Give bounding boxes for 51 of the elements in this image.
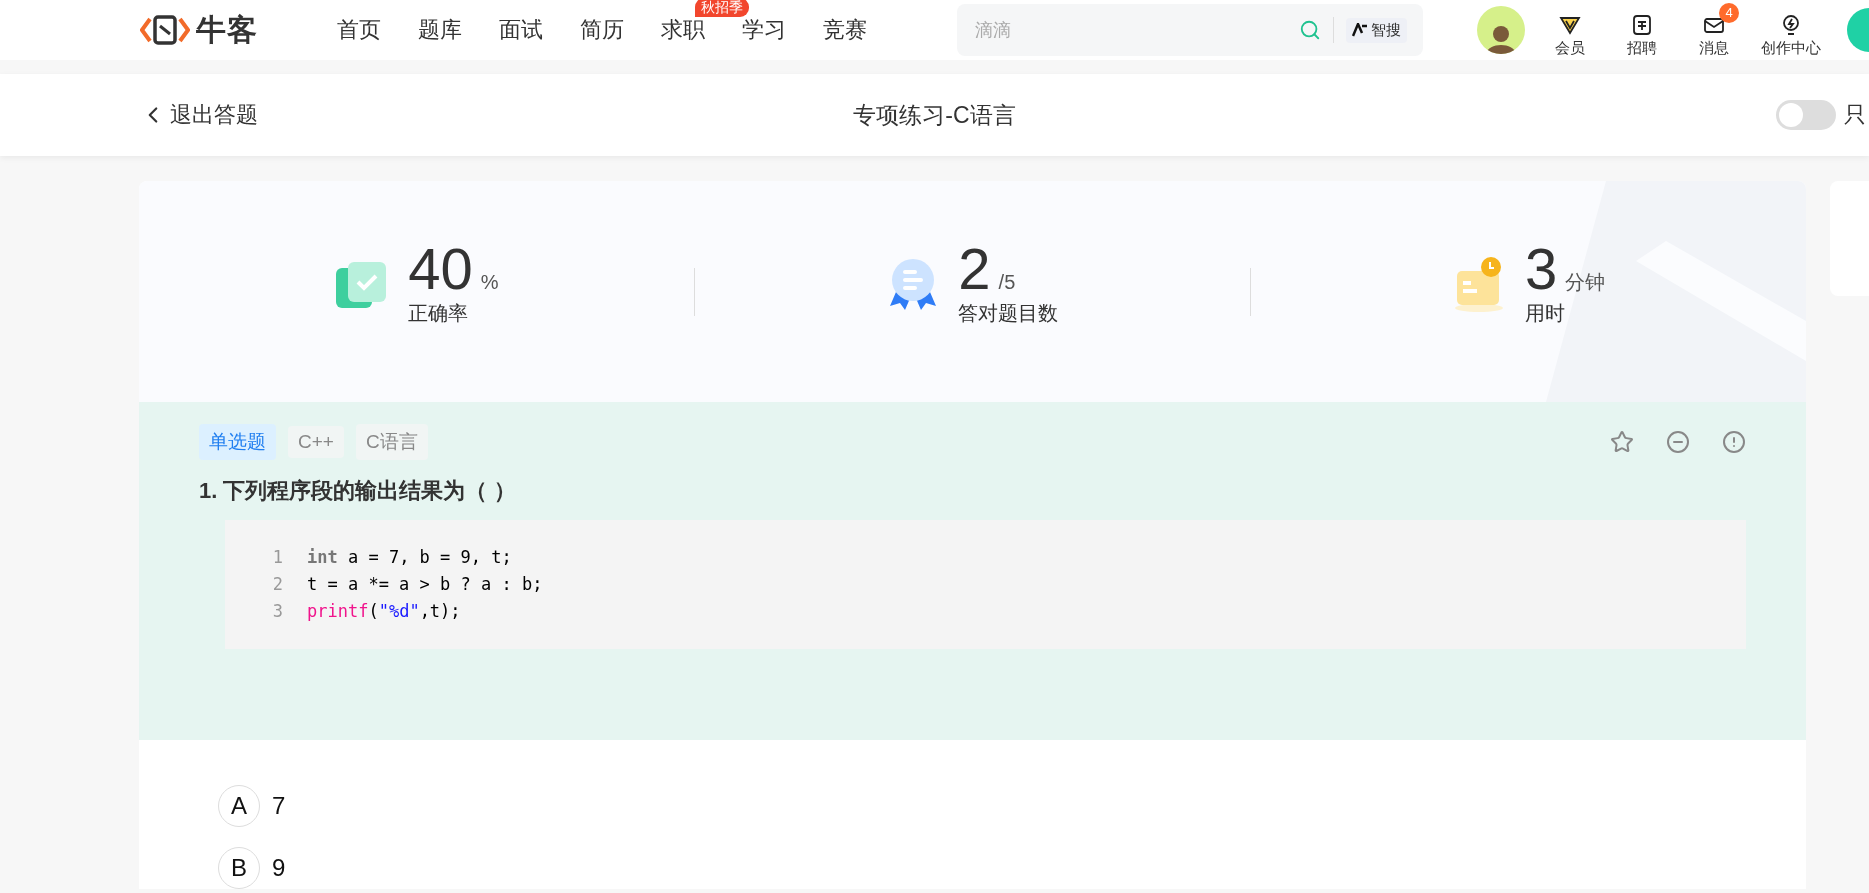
option-letter[interactable]: A	[218, 785, 260, 827]
toggle-switch[interactable]	[1776, 100, 1836, 130]
nav-link[interactable]: 面试	[499, 17, 543, 42]
option-letter[interactable]: B	[218, 847, 260, 889]
search-icon[interactable]	[1299, 19, 1321, 41]
star-icon[interactable]	[1609, 430, 1634, 454]
user-menu-item[interactable]: 招聘	[1617, 2, 1667, 58]
code-line: t = a *= a > b ? a : b;	[307, 573, 543, 596]
user-menu-item[interactable]: 创作中心	[1761, 2, 1821, 58]
minus-circle-icon[interactable]	[1665, 430, 1690, 454]
code-line: printf("%d",t);	[307, 600, 461, 623]
question-title: 1. 下列程序段的输出结果为（ ）	[199, 477, 517, 505]
stat-value: 2	[958, 240, 991, 298]
user-menu-item[interactable]: 消息 4	[1689, 2, 1739, 58]
nav-link[interactable]: 题库	[418, 17, 462, 42]
line-number: 1	[271, 546, 283, 569]
ai-search-button[interactable]: 智搜	[1346, 17, 1407, 43]
nav-link[interactable]: 首页	[337, 17, 381, 42]
user-menu-item[interactable]: 会员	[1545, 2, 1595, 58]
stat-label: 正确率	[408, 301, 470, 326]
stat-label: 用时	[1525, 301, 1567, 326]
question-tag: C语言	[355, 424, 428, 460]
stat-value: 40	[408, 240, 473, 298]
logo-icon	[140, 13, 190, 47]
code-line: int a = 7, b = 9, t;	[307, 546, 512, 569]
option-text: 7	[272, 792, 286, 820]
nav-link[interactable]: 学习	[742, 17, 786, 42]
nav-link[interactable]: 简历	[580, 17, 624, 42]
nav-badge: 秋招季	[695, 0, 749, 17]
option-text: 9	[272, 854, 286, 882]
document-icon	[1630, 12, 1654, 37]
line-number: 2	[271, 573, 283, 596]
back-link[interactable]: 退出答题	[140, 100, 258, 130]
question-tag: C++	[288, 426, 344, 458]
toggle-label: 只	[1844, 101, 1866, 129]
line-number: 3	[271, 600, 283, 623]
page-title: 专项练习-C语言	[853, 100, 1016, 130]
nav-link[interactable]: 求职	[661, 17, 705, 42]
nav-link[interactable]: 竞赛	[823, 17, 867, 42]
message-badge: 4	[1719, 2, 1739, 23]
avatar[interactable]	[1477, 6, 1525, 54]
question-tag: 单选题	[199, 424, 276, 460]
logo-text: 牛客	[196, 11, 258, 48]
stat-unit: /5	[998, 271, 1016, 294]
ai-logo-icon	[1352, 23, 1368, 37]
stat-unit: %	[480, 271, 499, 294]
report-icon[interactable]	[1721, 430, 1746, 454]
search-field[interactable]: 滴滴 智搜	[957, 4, 1423, 56]
stat-unit: 分钟	[1565, 270, 1606, 295]
stat-label: 答对题目数	[958, 301, 1059, 326]
stat-value: 3	[1525, 240, 1558, 298]
